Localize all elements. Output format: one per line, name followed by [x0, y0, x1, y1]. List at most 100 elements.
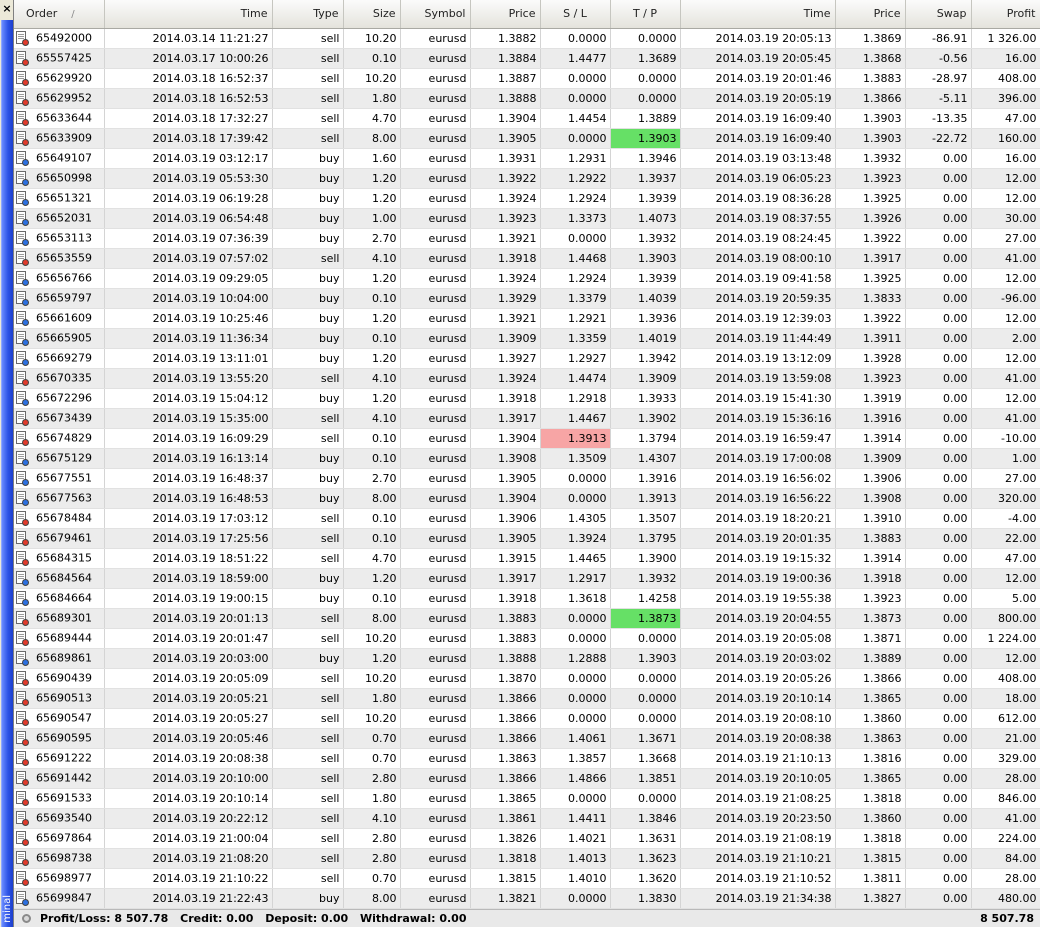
- table-row[interactable]: 65629952 2014.03.18 16:52:53 sell 1.80 eurus…: [14, 88, 1040, 109]
- open-price-cell: 1.3887: [470, 68, 541, 89]
- type-cell: sell: [272, 408, 344, 429]
- table-row[interactable]: 65492000 2014.03.14 11:21:27 sell 10.20 euru…: [14, 28, 1040, 49]
- type-cell: sell: [272, 728, 344, 749]
- order-number: 65698977: [36, 871, 92, 884]
- table-row[interactable]: 65684664 2014.03.19 19:00:15 buy 0.10 eurusd…: [14, 588, 1040, 609]
- table-row[interactable]: 65674829 2014.03.19 16:09:29 sell 0.10 eurus…: [14, 428, 1040, 449]
- take-profit-cell: 0.0000: [610, 708, 681, 729]
- size-cell: 4.10: [343, 808, 401, 829]
- terminal-title-bar[interactable]: minal: [1, 20, 13, 927]
- size-cell: 1.20: [343, 268, 401, 289]
- table-row[interactable]: 65698977 2014.03.19 21:10:22 sell 0.70 eurus…: [14, 868, 1040, 889]
- open-time-cell: 2014.03.19 10:04:00: [104, 288, 273, 309]
- order-number: 65672296: [36, 391, 92, 404]
- table-row[interactable]: 65689301 2014.03.19 20:01:13 sell 8.00 eurus…: [14, 608, 1040, 629]
- column-header-open-time[interactable]: Time: [104, 0, 273, 29]
- table-row[interactable]: 65651321 2014.03.19 06:19:28 buy 1.20 eurusd…: [14, 188, 1040, 209]
- size-cell: 2.80: [343, 828, 401, 849]
- table-row[interactable]: 65690513 2014.03.19 20:05:21 sell 1.80 eurus…: [14, 688, 1040, 709]
- open-price-cell: 1.3904: [470, 428, 541, 449]
- profit-cell: 28.00: [971, 768, 1040, 789]
- close-icon[interactable]: ×: [0, 0, 14, 18]
- size-cell: 10.20: [343, 68, 401, 89]
- size-cell: 8.00: [343, 488, 401, 509]
- swap-cell: 0.00: [905, 208, 972, 229]
- table-row[interactable]: 65690547 2014.03.19 20:05:27 sell 10.20 euru…: [14, 708, 1040, 729]
- swap-cell: 0.00: [905, 868, 972, 889]
- table-row[interactable]: 65672296 2014.03.19 15:04:12 buy 1.20 eurusd…: [14, 388, 1040, 409]
- symbol-cell: eurusd: [400, 848, 471, 869]
- close-price-cell: 1.3903: [835, 128, 906, 149]
- table-row[interactable]: 65693540 2014.03.19 20:22:12 sell 4.10 eurus…: [14, 808, 1040, 829]
- table-row[interactable]: 65691222 2014.03.19 20:08:38 sell 0.70 eurus…: [14, 748, 1040, 769]
- take-profit-cell: 1.3909: [610, 368, 681, 389]
- column-header-take-profit[interactable]: T / P: [610, 0, 681, 29]
- column-header-type[interactable]: Type: [272, 0, 344, 29]
- open-price-cell: 1.3921: [470, 228, 541, 249]
- table-row[interactable]: 65653559 2014.03.19 07:57:02 sell 4.10 eurus…: [14, 248, 1040, 269]
- table-row[interactable]: 65689861 2014.03.19 20:03:00 buy 1.20 eurusd…: [14, 648, 1040, 669]
- symbol-cell: eurusd: [400, 428, 471, 449]
- profit-cell: 84.00: [971, 848, 1040, 869]
- open-time-cell: 2014.03.19 21:10:22: [104, 868, 273, 889]
- open-time-cell: 2014.03.19 11:36:34: [104, 328, 273, 349]
- stop-loss-cell: 1.2924: [540, 188, 611, 209]
- table-row[interactable]: 65661609 2014.03.19 10:25:46 buy 1.20 eurusd…: [14, 308, 1040, 329]
- table-row[interactable]: 65633644 2014.03.18 17:32:27 sell 4.70 eurus…: [14, 108, 1040, 129]
- table-row[interactable]: 65699847 2014.03.19 21:22:43 buy 8.00 eurusd…: [14, 888, 1040, 909]
- table-row[interactable]: 65649107 2014.03.19 03:12:17 buy 1.60 eurusd…: [14, 148, 1040, 169]
- table-row[interactable]: 65659797 2014.03.19 10:04:00 buy 0.10 eurusd…: [14, 288, 1040, 309]
- stop-loss-cell: 1.2921: [540, 308, 611, 329]
- table-row[interactable]: 65665905 2014.03.19 11:36:34 buy 0.10 eurusd…: [14, 328, 1040, 349]
- table-row[interactable]: 65684564 2014.03.19 18:59:00 buy 1.20 eurusd…: [14, 568, 1040, 589]
- table-row[interactable]: 65684315 2014.03.19 18:51:22 sell 4.70 eurus…: [14, 548, 1040, 569]
- table-row[interactable]: 65679461 2014.03.19 17:25:56 sell 0.10 eurus…: [14, 528, 1040, 549]
- table-row[interactable]: 65678484 2014.03.19 17:03:12 sell 0.10 eurus…: [14, 508, 1040, 529]
- table-row[interactable]: 65677563 2014.03.19 16:48:53 buy 8.00 eurusd…: [14, 488, 1040, 509]
- table-row[interactable]: 65669279 2014.03.19 13:11:01 buy 1.20 eurusd…: [14, 348, 1040, 369]
- table-row[interactable]: 65650998 2014.03.19 05:53:30 buy 1.20 eurusd…: [14, 168, 1040, 189]
- symbol-cell: eurusd: [400, 628, 471, 649]
- buy-order-icon: [16, 570, 29, 586]
- column-header-order[interactable]: Order /: [14, 0, 105, 29]
- close-time-cell: 2014.03.19 19:15:32: [680, 548, 836, 569]
- table-row[interactable]: 65690595 2014.03.19 20:05:46 sell 0.70 eurus…: [14, 728, 1040, 749]
- size-cell: 0.10: [343, 528, 401, 549]
- swap-cell: 0.00: [905, 368, 972, 389]
- table-row[interactable]: 65689444 2014.03.19 20:01:47 sell 10.20 euru…: [14, 628, 1040, 649]
- table-row[interactable]: 65656766 2014.03.19 09:29:05 buy 1.20 eurusd…: [14, 268, 1040, 289]
- column-header-swap[interactable]: Swap: [905, 0, 972, 29]
- profit-cell: 12.00: [971, 388, 1040, 409]
- column-header-profit[interactable]: Profit: [971, 0, 1040, 29]
- table-row[interactable]: 65675129 2014.03.19 16:13:14 buy 0.10 eurusd…: [14, 448, 1040, 469]
- order-cell: 65633909: [14, 128, 105, 149]
- table-row[interactable]: 65670335 2014.03.19 13:55:20 sell 4.10 eurus…: [14, 368, 1040, 389]
- table-row[interactable]: 65633909 2014.03.18 17:39:42 sell 8.00 eurus…: [14, 128, 1040, 149]
- column-header-open-price[interactable]: Price: [470, 0, 541, 29]
- size-cell: 1.20: [343, 388, 401, 409]
- table-row[interactable]: 65691533 2014.03.19 20:10:14 sell 1.80 eurus…: [14, 788, 1040, 809]
- table-row[interactable]: 65629920 2014.03.18 16:52:37 sell 10.20 euru…: [14, 68, 1040, 89]
- column-header-close-time[interactable]: Time: [680, 0, 836, 29]
- column-header-close-price[interactable]: Price: [835, 0, 906, 29]
- order-number: 65653113: [36, 231, 92, 244]
- table-row[interactable]: 65690439 2014.03.19 20:05:09 sell 10.20 euru…: [14, 668, 1040, 689]
- table-row[interactable]: 65698738 2014.03.19 21:08:20 sell 2.80 eurus…: [14, 848, 1040, 869]
- column-header-stop-loss[interactable]: S / L: [540, 0, 611, 29]
- column-header-size[interactable]: Size: [343, 0, 401, 29]
- table-row[interactable]: 65677551 2014.03.19 16:48:37 buy 2.70 eurusd…: [14, 468, 1040, 489]
- table-row[interactable]: 65697864 2014.03.19 21:00:04 sell 2.80 eurus…: [14, 828, 1040, 849]
- table-row[interactable]: 65673439 2014.03.19 15:35:00 sell 4.10 eurus…: [14, 408, 1040, 429]
- close-price-cell: 1.3818: [835, 828, 906, 849]
- table-row[interactable]: 65557425 2014.03.17 10:00:26 sell 0.10 eurus…: [14, 48, 1040, 69]
- column-header-symbol[interactable]: Symbol: [400, 0, 471, 29]
- table-row[interactable]: 65652031 2014.03.19 06:54:48 buy 1.00 eurusd…: [14, 208, 1040, 229]
- close-time-cell: 2014.03.19 13:12:09: [680, 348, 836, 369]
- sell-order-icon: [16, 670, 29, 686]
- open-time-cell: 2014.03.19 20:05:21: [104, 688, 273, 709]
- type-cell: sell: [272, 48, 344, 69]
- order-cell: 65673439: [14, 408, 105, 429]
- table-row[interactable]: 65653113 2014.03.19 07:36:39 buy 2.70 eurusd…: [14, 228, 1040, 249]
- table-row[interactable]: 65691442 2014.03.19 20:10:00 sell 2.80 eurus…: [14, 768, 1040, 789]
- open-time-cell: 2014.03.19 20:22:12: [104, 808, 273, 829]
